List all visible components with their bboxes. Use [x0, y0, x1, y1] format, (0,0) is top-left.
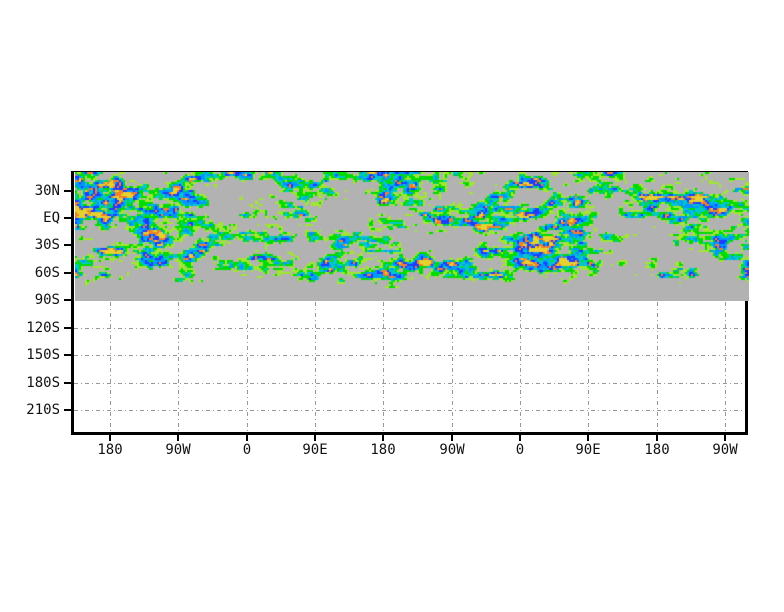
v-gridline [315, 302, 316, 432]
y-tick [64, 244, 71, 246]
x-tick-label: 90W [712, 442, 738, 458]
v-gridline [178, 302, 179, 432]
v-gridline [110, 302, 111, 432]
v-gridline [588, 302, 589, 432]
v-gridline [725, 302, 726, 432]
y-tick-label: 30N [34, 183, 60, 199]
x-tick-label: 90W [439, 442, 465, 458]
y-tick [64, 409, 71, 411]
h-gridline [74, 410, 745, 411]
x-tick [109, 435, 111, 441]
x-tick-label: 90E [302, 442, 328, 458]
x-tick-label: 180 [97, 442, 123, 458]
y-tick-label: 90S [34, 292, 60, 308]
x-tick [451, 435, 453, 441]
h-gridline [74, 383, 745, 384]
heatmap-field-canvas [75, 172, 749, 301]
y-tick [64, 382, 71, 384]
y-tick [64, 354, 71, 356]
x-tick [519, 435, 521, 441]
v-gridline [247, 302, 248, 432]
y-tick-label: 30S [34, 237, 60, 253]
y-tick [64, 299, 71, 301]
y-tick-label: 210S [26, 402, 60, 418]
y-tick-label: 180S [26, 375, 60, 391]
x-tick [656, 435, 658, 441]
y-tick [64, 217, 71, 219]
x-tick [382, 435, 384, 441]
v-gridline [452, 302, 453, 432]
grads-plot-figure: 30N EQ 30S 60S 90S 120S 150S 180S 210S 180 90W 0 90… [0, 0, 784, 612]
v-gridline [657, 302, 658, 432]
v-gridline [383, 302, 384, 432]
y-tick [64, 272, 71, 274]
x-tick [724, 435, 726, 441]
x-tick [587, 435, 589, 441]
y-tick-label: 150S [26, 347, 60, 363]
x-tick [314, 435, 316, 441]
x-tick-label: 90W [165, 442, 191, 458]
x-tick-label: 90E [575, 442, 601, 458]
y-tick-label: 120S [26, 320, 60, 336]
y-tick [64, 190, 71, 192]
y-tick-label: EQ [43, 210, 60, 226]
plot-frame-left [71, 171, 74, 435]
x-tick [246, 435, 248, 441]
h-gridline [74, 328, 745, 329]
h-gridline [74, 355, 745, 356]
x-tick-label: 0 [242, 442, 252, 458]
v-gridline [520, 302, 521, 432]
x-tick-label: 0 [515, 442, 525, 458]
x-tick [177, 435, 179, 441]
plot-frame-bottom [71, 432, 748, 435]
x-tick-label: 180 [370, 442, 396, 458]
y-tick-label: 60S [34, 265, 60, 281]
y-tick [64, 327, 71, 329]
x-tick-label: 180 [644, 442, 670, 458]
